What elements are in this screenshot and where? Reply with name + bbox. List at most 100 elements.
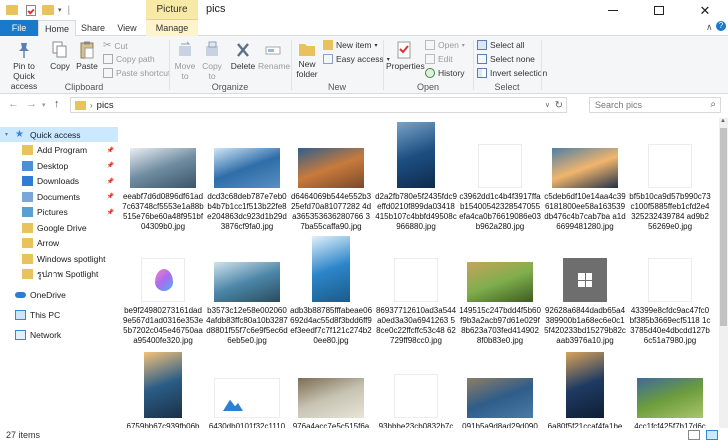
close-icon: ✕ <box>699 2 711 18</box>
file-item[interactable]: 4cc1fcf425f7b17d6c <box>629 348 711 428</box>
image-thumbnail <box>144 352 182 418</box>
file-item[interactable]: 92628a6844dadb65a4389900b1a68ec6e0c15f42… <box>544 232 626 345</box>
file-item[interactable]: 86937712610ad3a544a0ed3a30a6941263 58ce0… <box>375 232 457 345</box>
file-item[interactable]: adb3b88785fffabeae06692d4ac55d8f3bdd6ff9… <box>290 232 372 345</box>
details-view-icon[interactable] <box>688 430 700 440</box>
move-to-button[interactable]: Move to <box>173 41 197 81</box>
image-thumbnail <box>214 148 280 188</box>
edit-icon <box>425 54 435 64</box>
tab-manage[interactable]: Manage <box>146 20 198 36</box>
copy-to-button[interactable]: Copy to <box>200 41 224 81</box>
file-item[interactable]: 93bbbe23cb0832b7c <box>375 348 457 428</box>
nav-item-google-drive[interactable]: Google Drive <box>0 220 118 235</box>
file-grid: eeabf7d6d0896df61ad7c63748cf5553e1a88b51… <box>122 118 720 428</box>
close-button[interactable]: ✕ <box>682 0 728 20</box>
invert-selection-button[interactable]: Invert selection <box>477 68 547 78</box>
history-button[interactable]: History <box>425 68 464 78</box>
file-item[interactable]: 6a80f5f21ccaf4fa1be <box>544 348 626 428</box>
image-thumbnail <box>394 374 438 418</box>
vertical-scrollbar[interactable]: ▲ <box>719 118 728 428</box>
maximize-button[interactable] <box>636 0 682 20</box>
file-item[interactable]: 091b5a9d8ad29d090 <box>459 348 541 428</box>
nav-item-desktop[interactable]: Desktop 📌 <box>0 158 118 173</box>
nav-item-downloads[interactable]: Downloads 📌 <box>0 174 118 189</box>
address-bar[interactable]: › pics ∨ ↻ <box>70 97 567 113</box>
image-thumbnail <box>467 378 533 418</box>
file-item[interactable]: 43399e8cfdc9ac47fc0bf385b3669ecf5118 1c3… <box>629 232 711 345</box>
edit-button[interactable]: Edit <box>425 54 453 64</box>
properties-button[interactable]: Properties <box>386 41 425 71</box>
file-item[interactable]: be9f24980273161dad9e567d1ad0316e353e5b72… <box>122 232 204 345</box>
nav-network[interactable]: Network <box>0 327 118 342</box>
file-item[interactable]: dcd3c68deb787e7eb0b4b7b1cc1f513b22fe8e20… <box>206 118 288 231</box>
ribbon-collapse-icon[interactable]: ∧ <box>706 22 713 33</box>
add-program-folder-icon <box>22 145 33 155</box>
image-thumbnail <box>566 352 604 418</box>
help-icon[interactable]: ? <box>716 21 726 31</box>
breadcrumb-current[interactable]: pics <box>97 100 114 111</box>
new-item-button[interactable]: New item ▾ <box>323 40 377 50</box>
breadcrumb-chevron-icon[interactable]: › <box>90 101 93 110</box>
file-item[interactable]: 149515c247bdd4f5b60f9b3a2acb97d61e029f8b… <box>459 232 541 345</box>
pin-icon: 📌 <box>106 147 114 154</box>
nav-item-add-program[interactable]: Add Program 📌 <box>0 143 118 158</box>
up-arrow-icon[interactable]: ↑ <box>54 98 60 110</box>
nav-item-label: Pictures <box>37 207 68 217</box>
nav-item-arrow[interactable]: Arrow <box>0 236 118 251</box>
tab-view[interactable]: View <box>110 20 144 36</box>
nav-item-spotlight-thai[interactable]: รูปภาพ Spotlight <box>0 267 118 282</box>
select-none-button[interactable]: Select none <box>477 54 535 64</box>
nav-this-pc[interactable]: This PC <box>0 307 118 322</box>
scrollbar-thumb[interactable] <box>720 128 727 326</box>
tab-share[interactable]: Share <box>76 20 110 36</box>
nav-item-documents[interactable]: Documents 📌 <box>0 189 118 204</box>
copy-path-button[interactable]: Copy path <box>103 54 155 64</box>
nav-item-windows-spotlight[interactable]: Windows spotlight <box>0 251 118 266</box>
cut-button[interactable]: ✂ Cut <box>103 40 128 51</box>
file-item[interactable]: 6759bb67c939fb06b <box>122 348 204 428</box>
tab-home[interactable]: Home <box>38 20 76 37</box>
new-folder-icon <box>299 44 315 56</box>
new-folder-button[interactable]: New folder <box>294 41 320 79</box>
tab-file[interactable]: File <box>0 20 38 36</box>
file-item[interactable]: 6430db0101f32c1110 <box>206 348 288 428</box>
recent-locations-icon[interactable]: ▾ <box>42 101 46 109</box>
file-item[interactable]: d6464069b544e552b325efd70a81077282 4da36… <box>290 118 372 231</box>
nav-onedrive[interactable]: OneDrive <box>0 287 118 302</box>
copy-button[interactable]: Copy <box>48 41 72 71</box>
file-item[interactable]: b3573c12e58e0020604afdb83ffc80a10b3287d8… <box>206 232 288 345</box>
image-thumbnail <box>648 258 692 302</box>
file-item[interactable]: c5deb6df10e14aa4c396181800ee58a163539db4… <box>544 118 626 231</box>
nav-quick-access[interactable]: ▾ ★ Quick access <box>0 127 118 142</box>
new-folder-icon[interactable] <box>42 5 54 15</box>
open-button[interactable]: Open ▾ <box>425 40 465 50</box>
file-item[interactable]: 976a4acc7e5c515f6a <box>290 348 372 428</box>
file-item[interactable]: eeabf7d6d0896df61ad7c63748cf5553e1a88b51… <box>122 118 204 231</box>
file-item[interactable]: c3962dd1c4b4f3917ffab15400542328547055ef… <box>459 118 541 231</box>
ribbon: Pin to Quick access Copy Paste ✂ Cut Copy… <box>0 36 728 94</box>
ribbon-tab-row: File Home Share View Manage ∧ ? <box>0 20 728 37</box>
search-input[interactable]: Search pics ⌕ <box>589 97 721 113</box>
file-item[interactable]: d2a2fb780e5f2435fdc9effd0210f899da034184… <box>375 118 457 231</box>
delete-button[interactable]: Delete <box>229 41 257 71</box>
minimize-button[interactable] <box>590 0 636 20</box>
paste-shortcut-button[interactable]: Paste shortcut <box>103 68 170 78</box>
copy-icon <box>52 41 67 58</box>
back-arrow-icon[interactable]: ← <box>8 98 19 110</box>
large-icons-view-icon[interactable] <box>706 430 718 440</box>
group-label-clipboard: Clipboard <box>64 82 104 92</box>
file-item[interactable]: bf5b10ca9d57b990c73c100f5885ffeb1cfd2e43… <box>629 118 711 231</box>
folder-icon[interactable] <box>6 5 18 15</box>
customize-toolbar-icon[interactable]: ▾ <box>58 6 62 14</box>
scroll-up-icon[interactable]: ▲ <box>720 118 726 124</box>
nav-item-pictures[interactable]: Pictures 📌 <box>0 205 118 220</box>
paste-button[interactable]: Paste <box>75 41 99 71</box>
collapse-arrow-icon[interactable]: ▾ <box>5 131 8 138</box>
address-dropdown-icon[interactable]: ∨ <box>545 101 550 109</box>
select-all-button[interactable]: Select all <box>477 40 525 50</box>
refresh-icon[interactable]: ↻ <box>555 100 563 111</box>
rename-button[interactable]: Rename <box>258 41 290 71</box>
properties-icon[interactable] <box>26 4 36 16</box>
easy-access-button[interactable]: Easy access ▾ <box>323 54 390 64</box>
forward-arrow-icon[interactable]: → <box>26 98 37 110</box>
